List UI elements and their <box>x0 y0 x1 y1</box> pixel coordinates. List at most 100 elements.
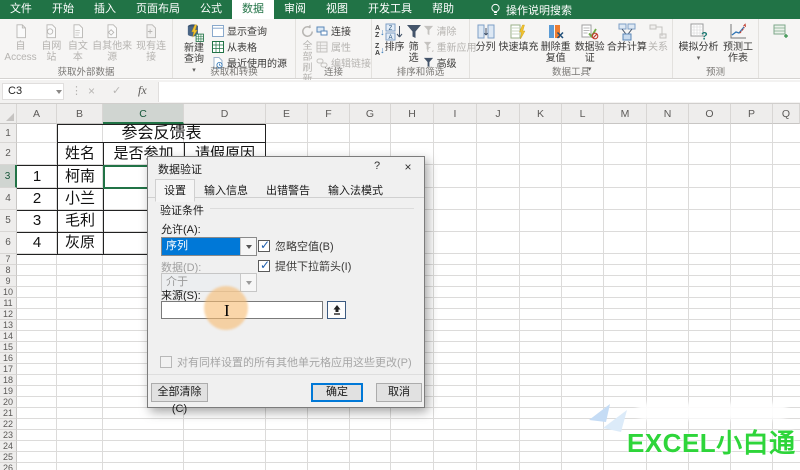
what-if-analysis-button[interactable]: ? 模拟分析 ▾ <box>676 21 721 64</box>
table-row-3-num[interactable]: 3 <box>17 210 57 232</box>
chevron-down-icon[interactable] <box>240 238 256 255</box>
sort-ascending-button[interactable]: A Z ↓ <box>375 25 385 39</box>
from-table-button[interactable]: 从表格 <box>212 39 287 54</box>
existing-connections-button[interactable]: 现有连接 <box>133 21 169 63</box>
ribbon-tab-1[interactable]: 开始 <box>42 0 84 19</box>
row-header-18[interactable]: 18 <box>0 375 17 386</box>
remove-duplicates-button[interactable]: 删除重复值 <box>539 21 573 64</box>
checkbox-checked-icon[interactable] <box>258 238 270 252</box>
ribbon-tab-2[interactable]: 插入 <box>84 0 126 19</box>
column-header-A[interactable]: A <box>17 104 57 124</box>
row-header-25[interactable]: 25 <box>0 452 17 463</box>
reapply-filter-button[interactable]: 重新应用 <box>423 39 477 54</box>
name-box[interactable]: C3 <box>2 83 64 100</box>
table-row-4-num[interactable]: 4 <box>17 232 57 254</box>
row-header-17[interactable]: 17 <box>0 364 17 375</box>
column-header-K[interactable]: K <box>520 104 562 124</box>
outline-partial-button[interactable] <box>762 21 797 41</box>
table-row-1-num[interactable]: 1 <box>17 165 57 188</box>
header-cell-name[interactable]: 姓名 <box>57 143 103 165</box>
text-to-columns-button[interactable]: 分列 <box>473 21 498 53</box>
sort-descending-button[interactable]: Z A ↓ <box>375 43 385 57</box>
tell-me-search[interactable]: 操作说明搜索 <box>490 0 572 19</box>
row-header-14[interactable]: 14 <box>0 331 17 342</box>
allow-dropdown[interactable]: 序列 <box>161 237 257 256</box>
column-header-I[interactable]: I <box>434 104 477 124</box>
dialog-tab-0[interactable]: 设置 <box>155 179 195 202</box>
collapse-dialog-button[interactable] <box>327 301 346 319</box>
sort-button[interactable]: ZA 排序 <box>385 21 405 53</box>
column-header-D[interactable]: D <box>184 104 266 124</box>
ribbon-tab-9[interactable]: 帮助 <box>422 0 464 19</box>
row-header-7[interactable]: 7 <box>0 254 17 265</box>
close-icon[interactable]: × <box>398 160 418 174</box>
from-text-button[interactable]: 自文本 <box>65 21 92 63</box>
row-header-26[interactable]: 26 <box>0 463 17 470</box>
column-header-M[interactable]: M <box>604 104 647 124</box>
cancel-icon[interactable]: × <box>88 84 95 98</box>
row-header-1[interactable]: 1 <box>0 124 17 143</box>
table-row-3-name[interactable]: 毛利 <box>57 210 103 232</box>
column-header-J[interactable]: J <box>477 104 520 124</box>
row-header-15[interactable]: 15 <box>0 342 17 353</box>
column-header-F[interactable]: F <box>308 104 350 124</box>
relationships-button[interactable]: 关系 <box>647 21 669 53</box>
properties-button[interactable]: 属性 <box>316 39 371 54</box>
table-row-4-name[interactable]: 灰原 <box>57 232 103 254</box>
row-header-10[interactable]: 10 <box>0 287 17 298</box>
in-cell-dropdown-checkbox[interactable]: 提供下拉箭头(I) <box>258 258 351 274</box>
ribbon-tab-0[interactable]: 文件 <box>0 0 42 19</box>
column-header-N[interactable]: N <box>647 104 689 124</box>
from-access-button[interactable]: 自 Access <box>3 21 38 63</box>
row-header-23[interactable]: 23 <box>0 430 17 441</box>
show-queries-button[interactable]: 显示查询 <box>212 23 287 38</box>
consolidate-button[interactable]: 合并计算 <box>607 21 647 53</box>
row-header-11[interactable]: 11 <box>0 298 17 309</box>
checkbox-checked-icon[interactable] <box>258 258 270 272</box>
row-header-5[interactable]: 5 <box>0 210 17 232</box>
ribbon-tab-7[interactable]: 视图 <box>316 0 358 19</box>
formula-input[interactable] <box>158 82 800 102</box>
row-header-22[interactable]: 22 <box>0 419 17 430</box>
ok-button[interactable]: 确定 <box>311 383 363 402</box>
clear-all-button[interactable]: 全部清除(C) <box>151 383 208 415</box>
ribbon-tab-4[interactable]: 公式 <box>190 0 232 19</box>
row-header-12[interactable]: 12 <box>0 309 17 320</box>
table-title-cell[interactable]: 参会反馈表 <box>57 124 266 143</box>
row-header-19[interactable]: 19 <box>0 386 17 397</box>
table-row-2-name[interactable]: 小兰 <box>57 188 103 210</box>
row-header-24[interactable]: 24 <box>0 441 17 452</box>
select-all-corner[interactable] <box>0 104 17 124</box>
from-other-sources-button[interactable]: 自其他来源 <box>91 21 133 63</box>
row-header-16[interactable]: 16 <box>0 353 17 364</box>
ribbon-tab-5[interactable]: 数据 <box>232 0 274 19</box>
help-icon[interactable]: ? <box>368 160 386 172</box>
column-header-G[interactable]: G <box>350 104 391 124</box>
dialog-tab-2[interactable]: 出错警告 <box>257 179 319 202</box>
column-header-E[interactable]: E <box>266 104 308 124</box>
forecast-sheet-button[interactable]: 预测工作表 <box>721 21 755 64</box>
filter-button[interactable]: 筛选 <box>405 21 423 64</box>
row-header-21[interactable]: 21 <box>0 408 17 419</box>
row-header-13[interactable]: 13 <box>0 320 17 331</box>
cancel-button[interactable]: 取消 <box>376 383 422 402</box>
row-header-9[interactable]: 9 <box>0 276 17 287</box>
column-header-Q[interactable]: Q <box>773 104 800 124</box>
ribbon-tab-3[interactable]: 页面布局 <box>126 0 190 19</box>
column-header-L[interactable]: L <box>562 104 604 124</box>
row-header-4[interactable]: 4 <box>0 188 17 210</box>
ignore-blank-checkbox[interactable]: 忽略空值(B) <box>258 238 334 254</box>
connections-button[interactable]: 连接 <box>316 23 371 38</box>
row-header-20[interactable]: 20 <box>0 397 17 408</box>
column-header-O[interactable]: O <box>689 104 731 124</box>
row-header-6[interactable]: 6 <box>0 232 17 254</box>
column-header-B[interactable]: B <box>57 104 103 124</box>
table-row-1-name[interactable]: 柯南 <box>57 165 103 188</box>
table-row-2-num[interactable]: 2 <box>17 188 57 210</box>
row-header-8[interactable]: 8 <box>0 265 17 276</box>
dialog-tab-3[interactable]: 输入法模式 <box>319 179 392 202</box>
row-header-2[interactable]: 2 <box>0 143 17 165</box>
enter-icon[interactable]: ✓ <box>112 84 121 97</box>
flash-fill-button[interactable]: 快速填充 <box>498 21 538 53</box>
from-web-button[interactable]: 自网站 <box>38 21 65 63</box>
